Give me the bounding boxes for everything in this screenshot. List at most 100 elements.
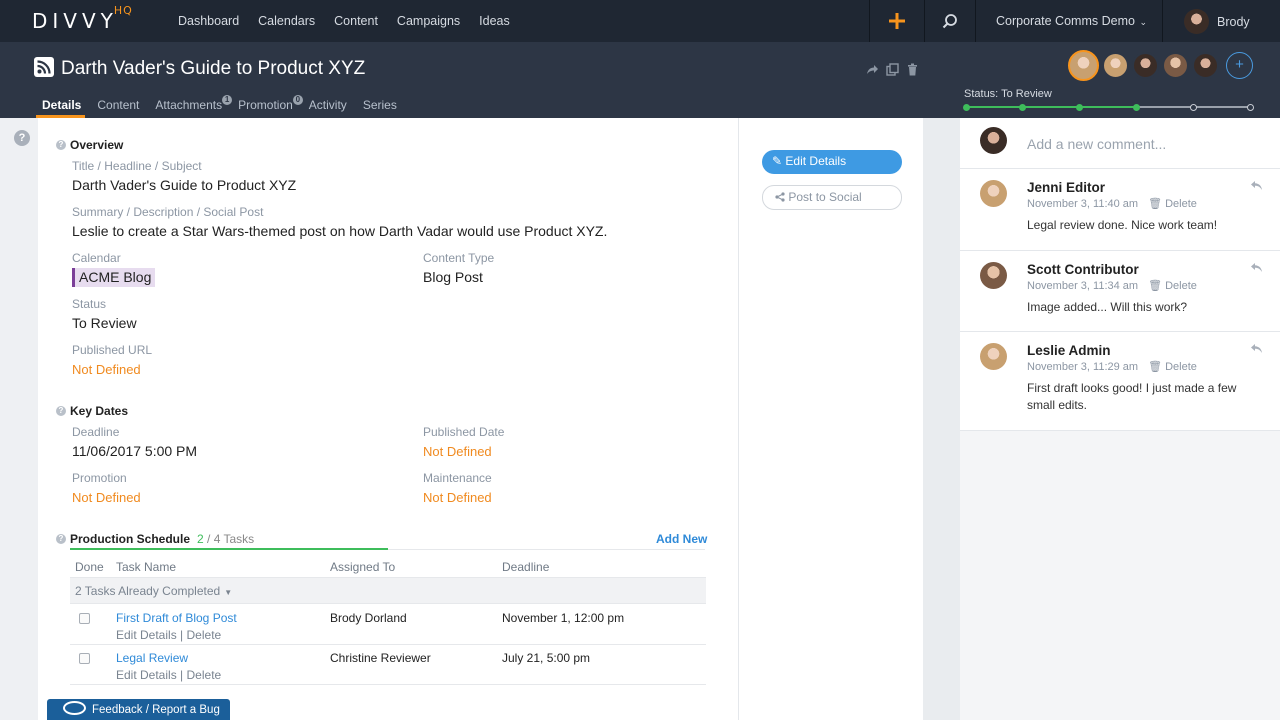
commenter-avatar bbox=[980, 343, 1007, 370]
published-date-label: Published Date bbox=[423, 425, 505, 439]
add-collaborator-button[interactable]: + bbox=[1226, 52, 1253, 79]
user-menu[interactable]: Brody bbox=[1184, 9, 1250, 34]
divvyhq-logo[interactable]: DIVVYHQ bbox=[32, 4, 133, 33]
info-icon[interactable]: ? bbox=[56, 534, 66, 544]
status-step[interactable] bbox=[1076, 103, 1084, 111]
published-date-value: Not Defined bbox=[423, 444, 492, 459]
nav-divider bbox=[1162, 0, 1163, 42]
reply-icon[interactable] bbox=[1250, 180, 1263, 191]
column-header-task-name[interactable]: Task Name bbox=[116, 560, 176, 574]
comment-delete-link[interactable]: 🗑 Delete bbox=[1148, 361, 1197, 373]
reply-icon[interactable] bbox=[1250, 262, 1263, 273]
column-header-assigned-to[interactable]: Assigned To bbox=[330, 560, 395, 574]
task-actions: Edit Details | Delete bbox=[116, 628, 221, 642]
status-step[interactable] bbox=[962, 103, 970, 111]
create-button[interactable] bbox=[870, 0, 924, 42]
content-header: Darth Vader's Guide to Product XYZ Detai… bbox=[0, 42, 1280, 118]
search-button[interactable] bbox=[925, 0, 975, 42]
task-delete-link[interactable]: Delete bbox=[187, 668, 222, 682]
nav-divider bbox=[975, 0, 976, 42]
headline-value: Darth Vader's Guide to Product XYZ bbox=[72, 177, 297, 193]
comment-delete-link[interactable]: 🗑 Delete bbox=[1148, 280, 1197, 292]
tab-attachments[interactable]: Attachments 1 bbox=[145, 95, 233, 118]
published-url-value: Not Defined bbox=[72, 362, 141, 377]
column-gap bbox=[923, 118, 960, 720]
status-progress-bar[interactable] bbox=[962, 103, 1254, 111]
comment-author: Jenni Editor bbox=[1027, 180, 1106, 195]
collaborator-avatar[interactable] bbox=[1068, 50, 1099, 81]
help-icon[interactable]: ? bbox=[14, 130, 30, 146]
user-avatar bbox=[1184, 9, 1209, 34]
task-delete-link[interactable]: Delete bbox=[187, 628, 222, 642]
task-deadline: November 1, 12:00 pm bbox=[502, 611, 625, 625]
comment-input[interactable]: Add a new comment... bbox=[1027, 136, 1166, 152]
status-field-label: Status bbox=[72, 297, 107, 311]
copy-icon[interactable] bbox=[886, 63, 899, 76]
task-assignee: Brody Dorland bbox=[330, 611, 407, 625]
tab-series[interactable]: Series bbox=[353, 96, 403, 118]
info-icon[interactable]: ? bbox=[56, 140, 66, 150]
comment-delete-link[interactable]: 🗑 Delete bbox=[1148, 198, 1197, 210]
comment-meta: November 3, 11:34 am 🗑 Delete bbox=[1027, 280, 1197, 292]
status-step[interactable] bbox=[1019, 103, 1027, 111]
status-step[interactable] bbox=[1132, 103, 1140, 111]
task-row: Legal Review Edit Details | Delete Chris… bbox=[70, 645, 706, 685]
tasks-progress-fill bbox=[70, 548, 388, 550]
comment-meta: November 3, 11:40 am 🗑 Delete bbox=[1027, 198, 1197, 210]
nav-content[interactable]: Content bbox=[334, 14, 378, 28]
tab-promotion[interactable]: Promotion 0 bbox=[228, 95, 303, 118]
task-name-link[interactable]: First Draft of Blog Post bbox=[116, 611, 237, 625]
collaborator-avatar[interactable] bbox=[1162, 52, 1189, 79]
comment: Jenni Editor November 3, 11:40 am 🗑 Delet… bbox=[960, 169, 1280, 251]
left-gutter: ? bbox=[0, 118, 38, 720]
info-icon[interactable]: ? bbox=[56, 406, 66, 416]
trash-icon[interactable] bbox=[906, 63, 919, 76]
add-new-task-link[interactable]: Add New bbox=[656, 532, 707, 546]
header-actions bbox=[866, 63, 919, 76]
summary-label: Summary / Description / Social Post bbox=[72, 205, 264, 219]
nav-calendars[interactable]: Calendars bbox=[258, 14, 315, 28]
column-header-done[interactable]: Done bbox=[75, 560, 104, 574]
post-to-social-button[interactable]: Post to Social bbox=[762, 185, 902, 210]
tab-activity[interactable]: Activity bbox=[299, 96, 353, 118]
calendar-tag[interactable]: ACME Blog bbox=[72, 268, 156, 287]
account-switcher[interactable]: Corporate Comms Demo ⌄ bbox=[996, 14, 1147, 28]
reply-icon[interactable] bbox=[1250, 343, 1263, 354]
plus-icon bbox=[889, 13, 905, 29]
column-header-deadline[interactable]: Deadline bbox=[502, 560, 549, 574]
search-icon bbox=[942, 14, 957, 29]
pencil-icon: ✎ bbox=[772, 154, 783, 168]
commenter-avatar bbox=[980, 180, 1007, 207]
caret-down-icon: ▼ bbox=[224, 588, 233, 597]
task-name-link[interactable]: Legal Review bbox=[116, 651, 188, 665]
tab-details[interactable]: Details bbox=[32, 96, 87, 118]
nav-ideas[interactable]: Ideas bbox=[479, 14, 510, 28]
comment-meta: November 3, 11:29 am 🗑 Delete bbox=[1027, 361, 1197, 373]
tab-content[interactable]: Content bbox=[87, 96, 145, 118]
status-label: Status: To Review bbox=[964, 88, 1052, 100]
nav-campaigns[interactable]: Campaigns bbox=[397, 14, 460, 28]
headline-label: Title / Headline / Subject bbox=[72, 159, 202, 173]
comment-text: First draft looks good! I just made a fe… bbox=[1027, 381, 1237, 412]
status-step[interactable] bbox=[1189, 103, 1197, 111]
new-comment-box[interactable]: Add a new comment... bbox=[960, 118, 1280, 169]
task-edit-link[interactable]: Edit Details bbox=[116, 628, 177, 642]
collaborator-avatar[interactable] bbox=[1132, 52, 1159, 79]
share-icon[interactable] bbox=[866, 63, 879, 76]
user-name: Brody bbox=[1217, 14, 1250, 29]
comment-author: Scott Contributor bbox=[1027, 262, 1139, 277]
deadline-label: Deadline bbox=[72, 425, 120, 439]
completed-tasks-toggle[interactable]: 2 Tasks Already Completed ▼ bbox=[70, 577, 706, 604]
edit-details-button[interactable]: ✎ Edit Details bbox=[762, 150, 902, 174]
feedback-button[interactable]: Feedback / Report a Bug bbox=[47, 699, 230, 720]
page-title: Darth Vader's Guide to Product XYZ bbox=[61, 58, 366, 79]
nav-dashboard[interactable]: Dashboard bbox=[178, 14, 239, 28]
collaborator-avatar[interactable] bbox=[1102, 52, 1129, 79]
task-done-checkbox[interactable] bbox=[79, 613, 90, 624]
task-edit-link[interactable]: Edit Details bbox=[116, 668, 177, 682]
status-step[interactable] bbox=[1246, 103, 1254, 111]
collaborator-avatar[interactable] bbox=[1192, 52, 1219, 79]
details-panel: ? Overview Title / Headline / Subject Dar… bbox=[38, 118, 738, 720]
task-row: First Draft of Blog Post Edit Details | … bbox=[70, 605, 706, 645]
task-done-checkbox[interactable] bbox=[79, 653, 90, 664]
